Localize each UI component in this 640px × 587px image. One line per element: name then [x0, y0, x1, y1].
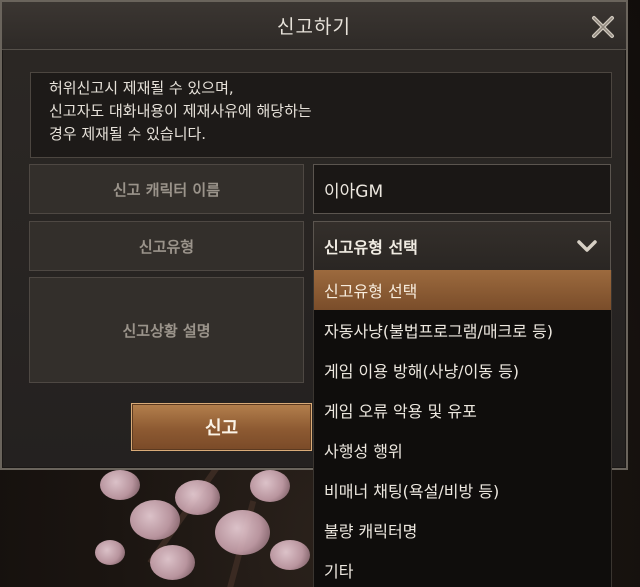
blossom-decoration [100, 470, 140, 500]
notice-line: 허위신고시 제재될 수 있으며, [49, 79, 234, 97]
dropdown-option-bug-exploit[interactable]: 게임 오류 악용 및 유포 [314, 390, 611, 430]
character-name-field[interactable]: 이아GM [313, 164, 611, 214]
blossom-decoration [250, 470, 290, 502]
blossom-decoration [175, 480, 220, 515]
character-name-label: 신고 캐릭터 이름 [29, 164, 304, 214]
dropdown-option-game-disruption[interactable]: 게임 이용 방해(사냥/이동 등) [314, 350, 611, 390]
close-x-icon [592, 16, 614, 38]
dropdown-option-bad-name[interactable]: 불량 캐릭터명 [314, 510, 611, 550]
notice-line: 신고자도 대화내용이 제재사유에 해당하는 [49, 102, 312, 120]
dropdown-option-select[interactable]: 신고유형 선택 [314, 270, 611, 310]
description-label: 신고상황 설명 [29, 277, 304, 383]
dialog-title-bar: 신고하기 [2, 2, 626, 50]
dialog-title: 신고하기 [277, 16, 351, 38]
report-type-label: 신고유형 [29, 221, 304, 271]
warning-notice: 허위신고시 제재될 수 있으며, 신고자도 대화내용이 제재사유에 해당하는 경… [30, 72, 612, 158]
report-type-selected-value: 신고유형 선택 [324, 238, 418, 257]
dropdown-option-other[interactable]: 기타 [314, 550, 611, 587]
report-type-select[interactable]: 신고유형 선택 [313, 221, 611, 271]
blossom-decoration [270, 540, 310, 570]
blossom-decoration [150, 545, 195, 580]
dropdown-option-bad-chat[interactable]: 비매너 채팅(욕설/비방 등) [314, 470, 611, 510]
dropdown-option-gambling[interactable]: 사행성 행위 [314, 430, 611, 470]
dropdown-option-auto-hunting[interactable]: 자동사냥(불법프로그램/매크로 등) [314, 310, 611, 350]
blossom-decoration [95, 540, 125, 565]
chevron-down-icon [577, 240, 597, 252]
close-button[interactable] [590, 14, 616, 40]
report-type-dropdown-list: 신고유형 선택 자동사냥(불법프로그램/매크로 등) 게임 이용 방해(사냥/이… [313, 270, 612, 587]
report-button[interactable]: 신고 [131, 403, 312, 451]
blossom-decoration [215, 510, 270, 555]
blossom-decoration [130, 500, 180, 540]
notice-line: 경우 제재될 수 있습니다. [49, 125, 207, 143]
